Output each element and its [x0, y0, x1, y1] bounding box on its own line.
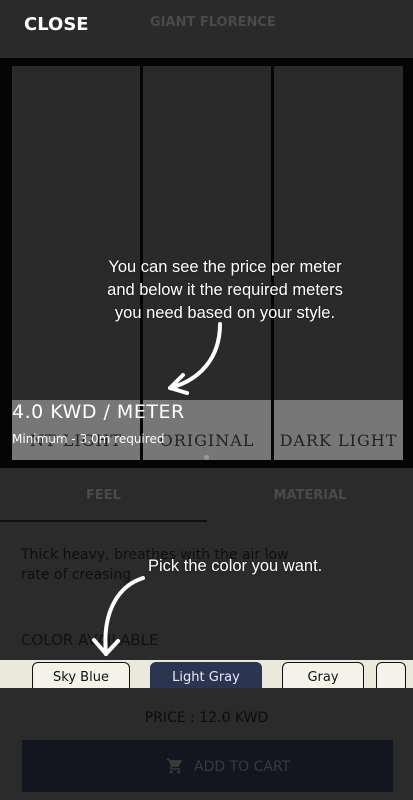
price-per-meter: 4.0 KWD / METER [12, 401, 185, 423]
price-tip-line: and below it the required meters [107, 281, 343, 299]
add-to-cart-button[interactable]: ADD TO CART [22, 740, 393, 792]
total-price: PRICE : 12.0 KWD [144, 710, 269, 726]
close-button[interactable]: CLOSE [24, 14, 89, 35]
tab-material[interactable]: MATERIAL [207, 476, 413, 520]
swatch-label: DARK LIGHT [279, 431, 398, 450]
swatch-label-bg [274, 400, 403, 460]
color-tip-arrow-icon [92, 576, 145, 656]
price-tip-line: You can see the price per meter [108, 258, 342, 276]
color-chip-gray[interactable]: Gray [282, 662, 364, 688]
cart-icon [166, 758, 182, 774]
carousel-dot[interactable] [204, 455, 209, 460]
color-tip: Pick the color you want. [148, 557, 323, 575]
minimum-requirement: Minimum - 3.0m required [12, 432, 165, 446]
color-chip-light-gray[interactable]: Light Gray [150, 662, 262, 688]
price-tip-arrow-icon [168, 322, 222, 395]
tab-feel[interactable]: FEEL [0, 476, 207, 522]
color-chip-partial[interactable] [376, 662, 406, 688]
tab-bar: FEEL MATERIAL [0, 476, 413, 522]
color-chip-sky-blue[interactable]: Sky Blue [32, 662, 130, 688]
product-title: GIANT FLORENCE [150, 15, 276, 30]
header-bar: CLOSE GIANT FLORENCE [0, 0, 413, 52]
price-tip: You can see the price per meter and belo… [75, 256, 375, 325]
add-to-cart-label: ADD TO CART [194, 759, 291, 775]
